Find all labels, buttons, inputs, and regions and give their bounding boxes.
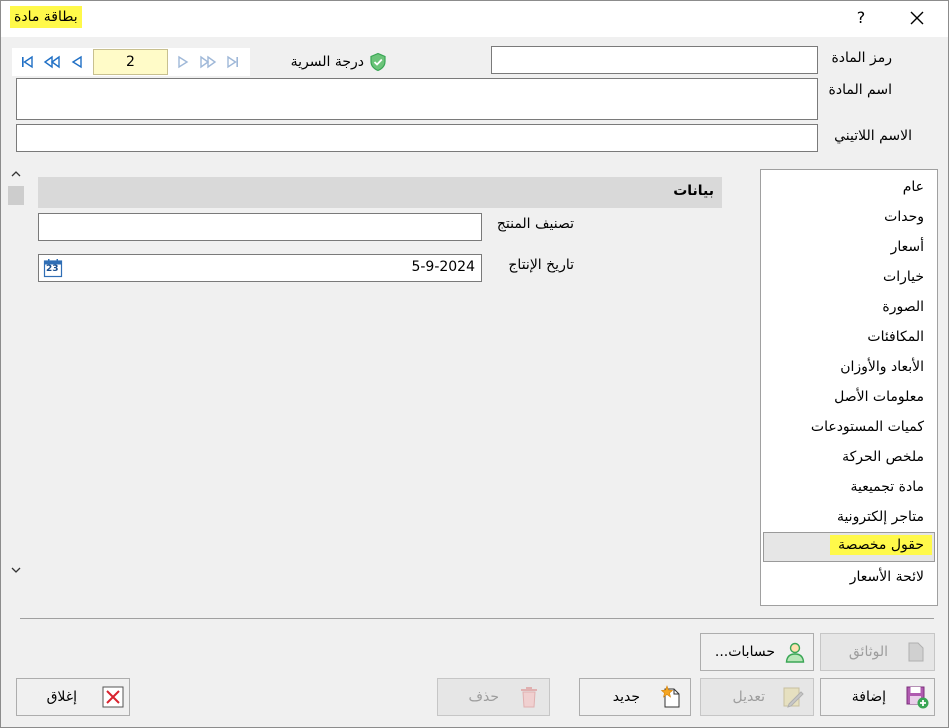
product-class-label: تصنيف المنتج bbox=[496, 216, 574, 232]
next-page-button[interactable] bbox=[197, 51, 219, 73]
previous-record-button[interactable] bbox=[66, 51, 88, 73]
save-add-icon bbox=[906, 686, 929, 709]
new-label: جديد bbox=[612, 689, 640, 705]
edit-icon bbox=[783, 687, 804, 708]
code-input[interactable] bbox=[491, 46, 818, 74]
previous-page-button[interactable] bbox=[41, 51, 63, 73]
sidebar-item-price-list[interactable]: لائحة الأسعار bbox=[850, 569, 924, 591]
double-left-icon bbox=[43, 55, 60, 69]
edit-button[interactable]: تعديل bbox=[700, 678, 814, 716]
close-icon bbox=[910, 11, 924, 25]
documents-button[interactable]: الوثائق bbox=[820, 633, 935, 671]
accounts-label: حسابات... bbox=[714, 644, 775, 660]
sidebar-item-picture[interactable]: الصورة bbox=[882, 299, 924, 321]
title-bar bbox=[1, 1, 948, 37]
sidebar-item-warehouse-qty[interactable]: كميات المستودعات bbox=[811, 419, 924, 441]
sidebar-item-movement-summary[interactable]: ملخص الحركة bbox=[842, 449, 924, 471]
last-icon bbox=[227, 55, 238, 69]
user-icon bbox=[785, 642, 805, 663]
document-icon bbox=[908, 642, 924, 662]
calendar-button[interactable]: 23 bbox=[43, 258, 63, 278]
section-title: بيانات bbox=[673, 183, 714, 199]
edit-label: تعديل bbox=[732, 689, 766, 705]
sidebar-item-custom-fields[interactable]: حقول مخصصة bbox=[830, 535, 932, 559]
code-label: رمز المادة bbox=[831, 50, 892, 66]
shield-check-icon bbox=[370, 52, 386, 72]
sidebar-item-e-stores[interactable]: متاجر إلكترونية bbox=[837, 509, 924, 531]
sidebar-item-dimensions[interactable]: الأبعاد والأوزان bbox=[840, 359, 924, 381]
sidebar-item-equivalents[interactable]: المكافئات bbox=[867, 329, 924, 351]
next-record-button[interactable] bbox=[172, 51, 194, 73]
documents-label: الوثائق bbox=[848, 644, 888, 660]
sidebar-item-origin-info[interactable]: معلومات الأصل bbox=[834, 389, 924, 411]
calendar-day: 23 bbox=[46, 264, 59, 274]
last-record-button[interactable] bbox=[222, 51, 244, 73]
close-button[interactable]: إغلاق bbox=[16, 678, 130, 716]
chevron-down-icon[interactable] bbox=[10, 565, 22, 575]
latin-name-input[interactable] bbox=[16, 124, 818, 152]
trash-icon bbox=[521, 687, 537, 708]
new-button[interactable]: جديد bbox=[579, 678, 691, 716]
close-label: إغلاق bbox=[46, 689, 77, 705]
divider bbox=[20, 618, 934, 619]
sidebar-item-assembly[interactable]: مادة تجميعية bbox=[850, 479, 924, 501]
secrecy-label: درجة السرية bbox=[290, 54, 364, 70]
close-window-button[interactable] bbox=[903, 6, 931, 30]
production-date-value: 5-9-2024 bbox=[411, 259, 475, 275]
secrecy-button[interactable] bbox=[368, 52, 388, 72]
page-number-field[interactable]: 2 bbox=[93, 49, 168, 75]
left-arrow-icon bbox=[71, 55, 82, 69]
scroll-thumb[interactable] bbox=[8, 186, 24, 205]
chevron-up-icon[interactable] bbox=[10, 169, 22, 179]
first-icon bbox=[22, 55, 33, 69]
production-date-label: تاريخ الإنتاج bbox=[508, 257, 574, 273]
name-label: اسم المادة bbox=[828, 82, 892, 98]
product-class-input[interactable] bbox=[38, 213, 482, 241]
add-label: إضافة bbox=[851, 689, 886, 705]
production-date-input[interactable]: 5-9-2024 23 bbox=[38, 254, 482, 282]
record-navigator: 2 bbox=[12, 48, 250, 76]
sidebar-item-custom-fields-label: حقول مخصصة bbox=[830, 535, 932, 555]
scrollbar[interactable] bbox=[5, 165, 27, 581]
first-record-button[interactable] bbox=[16, 51, 38, 73]
delete-label: حذف bbox=[468, 689, 499, 705]
accounts-button[interactable]: حسابات... bbox=[700, 633, 814, 671]
add-button[interactable]: إضافة bbox=[820, 678, 935, 716]
window-title: بطاقة مادة bbox=[10, 6, 82, 28]
section-header: بيانات bbox=[38, 177, 722, 208]
delete-button[interactable]: حذف bbox=[437, 678, 550, 716]
right-arrow-icon bbox=[178, 55, 189, 69]
sidebar-item-options[interactable]: خيارات bbox=[883, 269, 924, 291]
new-document-icon bbox=[660, 685, 680, 708]
sidebar-item-general[interactable]: عام bbox=[903, 179, 924, 201]
sidebar: عام وحدات أسعار خيارات الصورة المكافئات … bbox=[760, 169, 938, 606]
double-right-icon bbox=[200, 55, 217, 69]
sidebar-item-units[interactable]: وحدات bbox=[884, 209, 924, 231]
latin-name-label: الاسم اللاتيني bbox=[834, 128, 912, 144]
close-red-icon bbox=[102, 686, 124, 708]
sidebar-item-prices[interactable]: أسعار bbox=[891, 239, 924, 261]
name-input[interactable] bbox=[16, 78, 818, 120]
help-button[interactable]: ? bbox=[852, 8, 870, 28]
